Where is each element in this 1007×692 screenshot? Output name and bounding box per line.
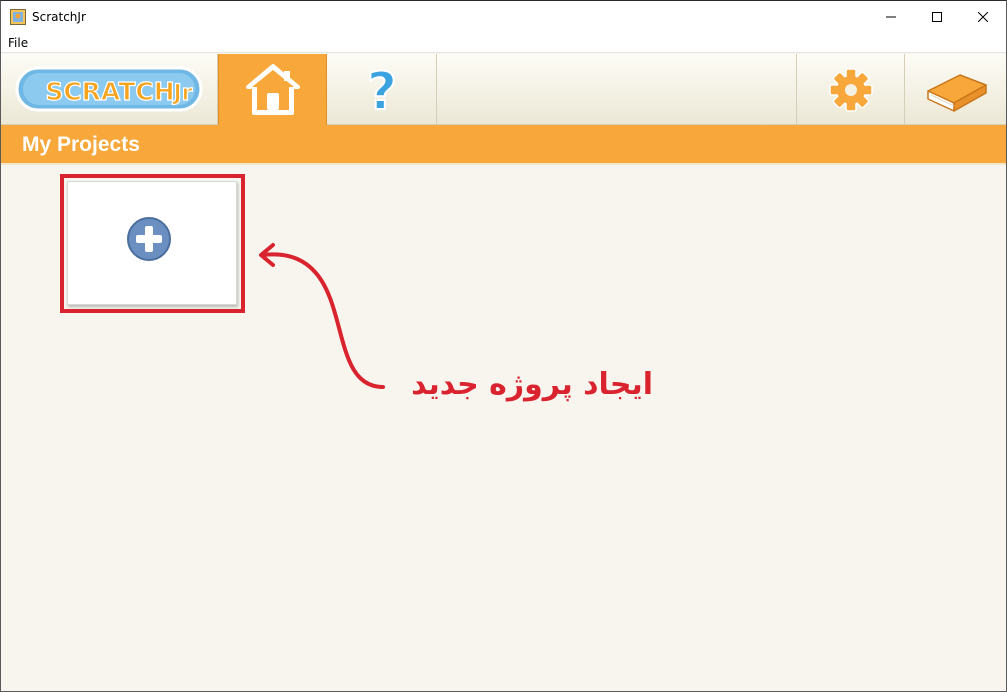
section-header: My Projects xyxy=(1,125,1006,165)
minimize-button[interactable] xyxy=(868,1,914,33)
window-title: ScratchJr xyxy=(32,10,86,24)
svg-text:Jr: Jr xyxy=(171,81,192,106)
maximize-button[interactable] xyxy=(914,1,960,33)
annotation-arrow xyxy=(259,243,385,389)
svg-text:SCRATCH: SCRATCH xyxy=(45,77,174,106)
app-window: ScratchJr File SCRATCH Jr ? My Projects … xyxy=(0,0,1007,692)
settings-button[interactable] xyxy=(797,54,904,125)
gear-icon xyxy=(828,67,873,112)
page-title: My Projects xyxy=(22,133,140,156)
toolbar: SCRATCH Jr ? xyxy=(1,54,1006,125)
tab-home[interactable] xyxy=(218,54,327,125)
book-icon xyxy=(926,73,987,112)
menu-bar: File xyxy=(1,33,1006,53)
close-icon xyxy=(978,12,988,22)
title-bar: ScratchJr xyxy=(1,1,1006,33)
scratchjr-app-icon xyxy=(10,9,26,25)
minimize-icon xyxy=(886,16,896,18)
scratchjr-logo-icon[interactable]: SCRATCH Jr xyxy=(15,64,205,114)
help-question-icon: ? xyxy=(366,63,398,117)
toolbar-divider xyxy=(436,54,437,125)
tab-help[interactable]: ? xyxy=(328,54,436,125)
home-icon xyxy=(245,63,300,115)
svg-text:?: ? xyxy=(367,63,397,117)
book-button[interactable] xyxy=(905,54,1006,125)
annotation-label: ایجاد پروژه جدید xyxy=(411,367,653,402)
menu-file[interactable]: File xyxy=(8,36,28,50)
close-button[interactable] xyxy=(960,1,1006,33)
highlight-box xyxy=(60,174,245,313)
maximize-icon xyxy=(932,12,942,22)
